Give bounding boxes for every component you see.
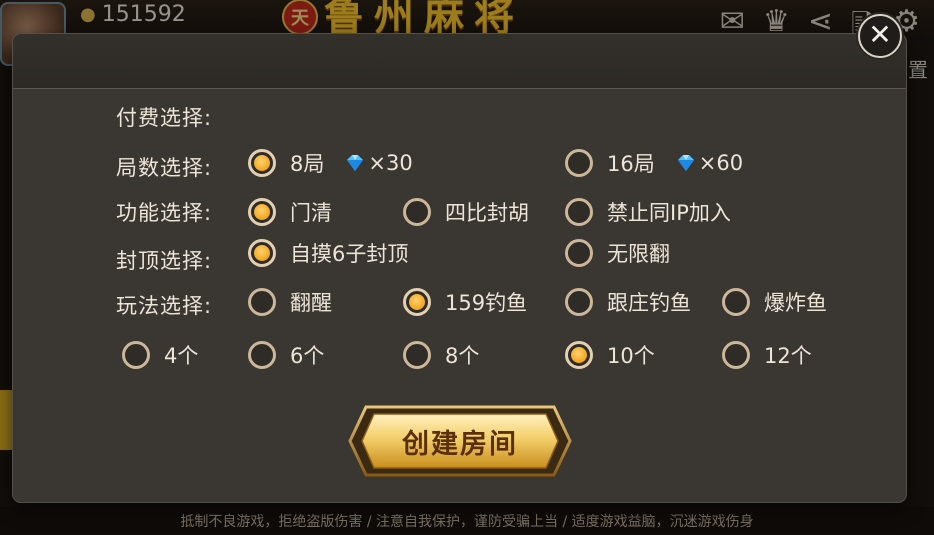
option-label: 8局 [290,152,325,176]
play-option-genzhuang[interactable]: 跟庄钓鱼 [565,287,691,317]
radio-unselected[interactable] [122,341,150,369]
option-label: 8个 [445,344,480,368]
gem-cost-value: ×60 [698,151,744,175]
diamond-icon [677,155,694,171]
play-option-baozha[interactable]: 爆炸鱼 [722,287,827,317]
radio-unselected[interactable] [565,198,593,226]
rounds-option-8[interactable]: 8局 ×30 [248,148,413,178]
features-label: 功能选择: [116,201,213,225]
option-label: 10个 [607,344,655,368]
radio-selected[interactable] [248,149,276,177]
feature-option-no-same-ip[interactable]: 禁止同IP加入 [565,197,731,227]
fish-option-12[interactable]: 12个 [722,340,812,370]
fish-option-8[interactable]: 8个 [403,340,479,370]
radio-unselected[interactable] [565,149,593,177]
option-label: 4个 [164,344,199,368]
radio-selected[interactable] [565,341,593,369]
option-label: 禁止同IP加入 [607,201,731,225]
option-label: 6个 [290,344,325,368]
create-room-button[interactable]: 创建房间 [348,404,572,478]
option-label: 无限翻 [607,242,670,266]
radio-unselected[interactable] [722,341,750,369]
option-label: 16局 [607,152,655,176]
gem-cost-value: ×30 [368,151,413,175]
create-room-label: 创建房间 [402,428,518,460]
cap-option-unlimited[interactable]: 无限翻 [565,238,670,268]
radio-selected[interactable] [403,288,431,316]
fish-option-6[interactable]: 6个 [248,340,324,370]
radio-unselected[interactable] [248,288,276,316]
close-icon[interactable]: ✕ [858,14,902,58]
rounds-option-16[interactable]: 16局 ×60 [565,148,743,178]
option-label: 12个 [764,344,812,368]
fish-option-4[interactable]: 4个 [122,340,198,370]
play-label: 玩法选择: [116,294,213,318]
pay-label: 付费选择: [116,106,213,130]
radio-unselected[interactable] [248,341,276,369]
radio-unselected[interactable] [722,288,750,316]
play-option-fanxing[interactable]: 翻醒 [248,287,332,317]
gem-cost: ×60 [675,151,743,175]
option-label: 翻醒 [290,291,332,315]
radio-unselected[interactable] [565,239,593,267]
radio-unselected[interactable] [403,341,431,369]
option-label: 自摸6子封顶 [290,242,409,266]
option-label: 爆炸鱼 [764,291,827,315]
cap-label: 封顶选择: [116,249,213,273]
fish-option-10[interactable]: 10个 [565,340,655,370]
play-option-159[interactable]: 159钓鱼 [403,287,527,317]
option-label: 跟庄钓鱼 [607,291,691,315]
cap-option-6[interactable]: 自摸6子封顶 [248,238,408,268]
dialog-header [13,34,906,89]
option-label: 门清 [290,201,332,225]
radio-selected[interactable] [248,239,276,267]
gem-cost: ×30 [344,151,413,175]
radio-unselected[interactable] [565,288,593,316]
option-label: 159钓鱼 [445,291,528,315]
radio-selected[interactable] [248,198,276,226]
diamond-icon [347,155,364,171]
feature-option-menqing[interactable]: 门清 [248,197,332,227]
option-label: 四比封胡 [445,201,529,225]
rounds-label: 局数选择: [116,156,213,180]
radio-unselected[interactable] [403,198,431,226]
feature-option-sibi[interactable]: 四比封胡 [403,197,529,227]
